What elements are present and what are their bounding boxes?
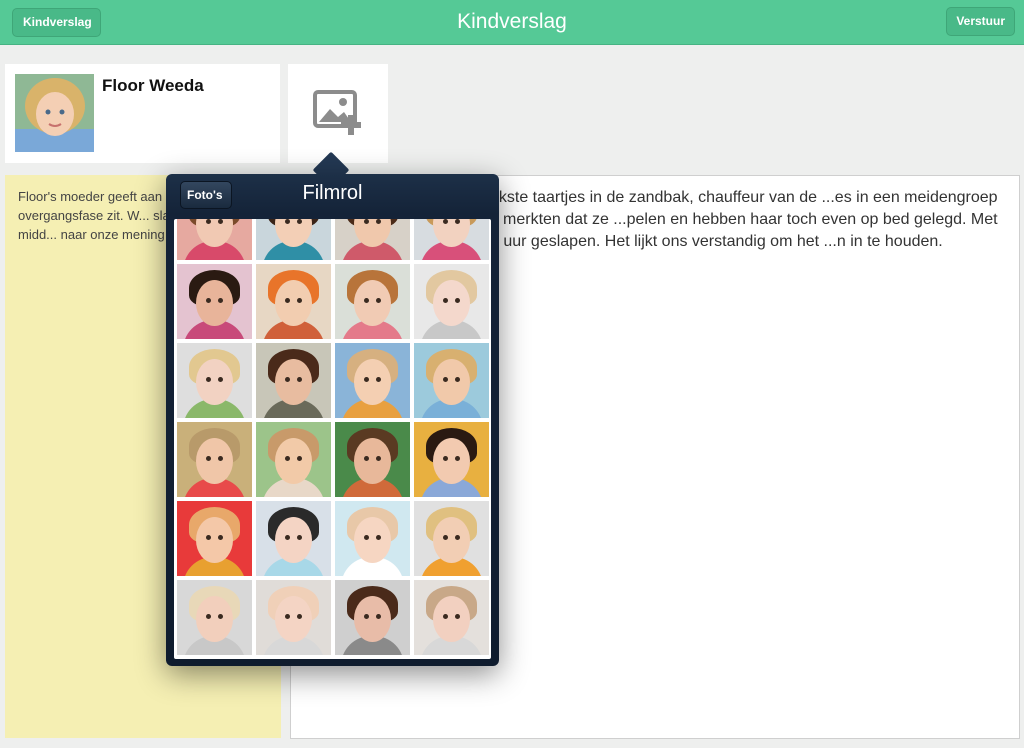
- photo-thumbnail[interactable]: [256, 343, 331, 418]
- child-name: Floor Weeda: [102, 76, 204, 95]
- photo-thumbnail[interactable]: [335, 422, 410, 497]
- photo-thumbnail[interactable]: [177, 264, 252, 339]
- send-button[interactable]: Verstuur: [946, 7, 1015, 36]
- photo-thumbnail[interactable]: [256, 219, 331, 260]
- child-card: Floor Weeda: [5, 64, 280, 163]
- photo-thumbnail[interactable]: [256, 422, 331, 497]
- photo-thumbnail[interactable]: [414, 219, 489, 260]
- photo-thumbnail[interactable]: [414, 264, 489, 339]
- photo-thumbnail[interactable]: [177, 580, 252, 655]
- add-photo-button[interactable]: [288, 64, 388, 163]
- page-title: Kindverslag: [457, 10, 567, 33]
- photo-thumbnail[interactable]: [177, 422, 252, 497]
- photo-thumbnail[interactable]: [335, 501, 410, 576]
- add-photo-icon: [313, 90, 361, 135]
- avatar: [15, 74, 94, 152]
- photo-thumbnail[interactable]: [256, 501, 331, 576]
- photo-thumbnail[interactable]: [335, 343, 410, 418]
- photo-thumbnail[interactable]: [414, 501, 489, 576]
- photo-thumbnail[interactable]: [414, 343, 489, 418]
- photo-thumbnail[interactable]: [256, 580, 331, 655]
- photo-thumbnail[interactable]: [335, 580, 410, 655]
- photo-thumbnail[interactable]: [414, 422, 489, 497]
- photo-grid[interactable]: [174, 219, 491, 659]
- photo-thumbnail[interactable]: [177, 219, 252, 260]
- photo-thumbnail[interactable]: [256, 264, 331, 339]
- photo-thumbnail[interactable]: [414, 580, 489, 655]
- photo-thumbnail[interactable]: [177, 343, 252, 418]
- photo-picker-popover: Foto's Filmrol: [166, 174, 499, 666]
- photo-thumbnail[interactable]: [335, 264, 410, 339]
- navigation-bar: Kindverslag Kindverslag Verstuur: [0, 0, 1024, 45]
- popover-title: Filmrol: [302, 182, 363, 204]
- photo-thumbnail[interactable]: [177, 501, 252, 576]
- photo-thumbnail[interactable]: [335, 219, 410, 260]
